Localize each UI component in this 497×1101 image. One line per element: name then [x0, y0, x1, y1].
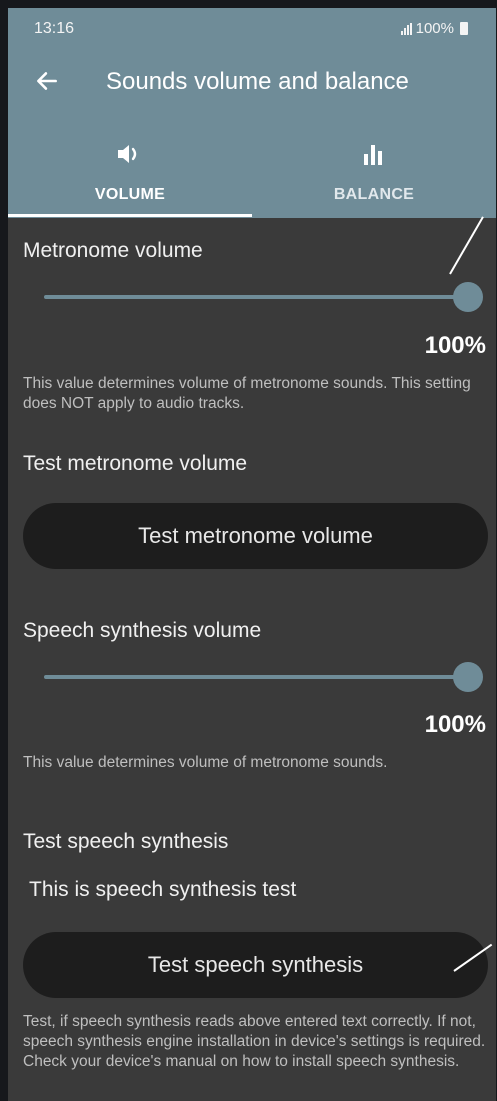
page-title: Sounds volume and balance — [106, 68, 409, 95]
speech-test-text-input[interactable]: This is speech synthesis test — [29, 878, 296, 902]
slider-thumb[interactable] — [453, 662, 483, 692]
speech-volume-label: Speech synthesis volume — [23, 619, 262, 642]
speech-volume-slider[interactable] — [44, 662, 483, 692]
tab-balance-label: BALANCE — [333, 186, 415, 203]
metronome-volume-label: Metronome volume — [23, 239, 203, 262]
speaker-icon — [118, 145, 137, 163]
metronome-volume-description: This value determines volume of metronom… — [23, 375, 471, 412]
app-screen: 13:16 100% Sounds volume and balance VOL… — [8, 8, 496, 1101]
status-time: 13:16 — [34, 20, 75, 37]
tab-balance[interactable]: BALANCE — [252, 135, 496, 218]
battery-percent: 100% — [415, 20, 454, 37]
signal-icon — [400, 22, 412, 35]
tab-volume[interactable]: VOLUME — [8, 135, 252, 218]
bar-chart-icon — [364, 145, 382, 165]
metronome-volume-slider[interactable] — [44, 282, 483, 312]
annotation-pointer-line — [449, 216, 484, 275]
test-speech-label: Test speech synthesis — [23, 830, 229, 853]
tab-indicator — [8, 214, 252, 217]
test-speech-button[interactable]: Test speech synthesis — [23, 932, 488, 998]
test-metronome-button[interactable]: Test metronome volume — [23, 503, 488, 569]
metronome-volume-value: 100% — [424, 332, 486, 359]
status-icons: 100% — [400, 20, 468, 37]
slider-track — [44, 295, 468, 299]
speech-volume-description: This value determines volume of metronom… — [23, 754, 388, 771]
test-speech-description: Test, if speech synthesis reads above en… — [23, 1013, 486, 1070]
slider-thumb[interactable] — [453, 282, 483, 312]
battery-icon — [460, 22, 468, 35]
tab-volume-label: VOLUME — [94, 186, 166, 203]
speech-volume-value: 100% — [424, 711, 486, 738]
back-arrow-icon[interactable] — [34, 68, 60, 94]
slider-track — [44, 675, 468, 679]
test-metronome-label: Test metronome volume — [23, 452, 248, 475]
app-header: 13:16 100% Sounds volume and balance VOL… — [8, 8, 496, 218]
